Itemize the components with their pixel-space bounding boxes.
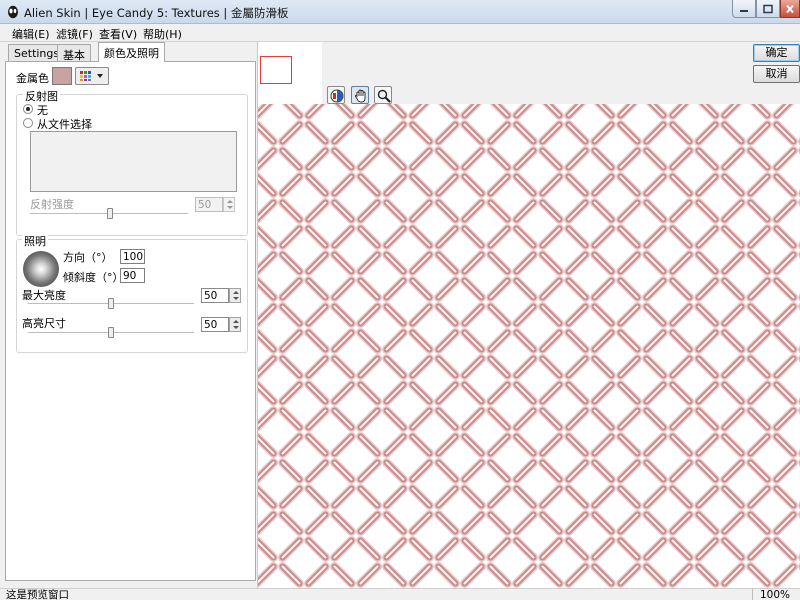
reflection-strength-input[interactable]: 50 [195, 197, 223, 212]
reflection-file-radio[interactable] [23, 118, 33, 128]
menu-bar: 编辑(E) 滤镜(F) 查看(V) 帮助(H) [0, 24, 800, 42]
zoom-tool-icon [377, 89, 391, 103]
color-grid-icon [80, 71, 103, 81]
alien-skin-app-icon [8, 5, 18, 19]
reflection-strength-stepper[interactable] [223, 197, 235, 212]
highlight-size-label: 高亮尺寸 [22, 317, 66, 330]
menu-view[interactable]: 查看(V) [99, 26, 137, 42]
hand-tool-icon [354, 89, 366, 103]
status-text: 这是预览窗口 [6, 589, 69, 600]
reflection-strength-label: 反射强度 [30, 198, 74, 211]
highlight-size-stepper[interactable] [229, 317, 241, 332]
metal-color-swatch[interactable] [52, 67, 72, 85]
reflection-file-preview[interactable] [30, 131, 237, 192]
maximize-button[interactable] [756, 0, 780, 18]
menu-help[interactable]: 帮助(H) [143, 26, 182, 42]
tab-basic[interactable]: 基本 [57, 44, 91, 62]
status-bar: 这是预览窗口 100% [0, 588, 800, 600]
zoom-level: 100% [760, 589, 791, 600]
title-bar: Alien Skin | Eye Candy 5: Textures | 金屬防… [0, 0, 800, 24]
direction-input[interactable]: 100 [120, 249, 145, 264]
light-direction-sphere[interactable] [23, 251, 59, 287]
maximize-icon [763, 4, 773, 13]
ok-button[interactable]: 确定 [753, 44, 800, 62]
cancel-button[interactable]: 取消 [753, 65, 800, 83]
compare-icon [330, 89, 344, 103]
tab-color-lighting[interactable]: 颜色及照明 [98, 42, 165, 62]
metal-color-label: 金属色 [16, 72, 49, 85]
zoom-tool-button[interactable] [374, 86, 392, 104]
lighting-title: 照明 [22, 233, 48, 249]
compare-button[interactable] [327, 86, 345, 104]
color-picker-button[interactable] [75, 67, 109, 85]
hand-tool-button[interactable] [351, 86, 369, 104]
menu-filter[interactable]: 滤镜(F) [56, 26, 93, 42]
preview-canvas[interactable] [258, 104, 800, 588]
tab-panel: 金属色 反射图 无 从文件选择 反射强度 50 照明 方向（°） 100 倾斜度… [5, 61, 256, 581]
reflection-strength-thumb[interactable] [107, 208, 113, 219]
tilt-input[interactable]: 90 [120, 268, 145, 283]
menu-edit[interactable]: 编辑(E) [12, 26, 50, 42]
max-brightness-label: 最大亮度 [22, 289, 66, 302]
max-brightness-thumb[interactable] [108, 298, 114, 309]
max-brightness-stepper[interactable] [229, 288, 241, 303]
highlight-size-thumb[interactable] [108, 327, 114, 338]
max-brightness-input[interactable]: 50 [201, 288, 229, 303]
status-separator [752, 589, 753, 600]
highlight-size-input[interactable]: 50 [201, 317, 229, 332]
window-title: Alien Skin | Eye Candy 5: Textures | 金屬防… [24, 6, 289, 20]
navigator-view-rect[interactable] [260, 56, 292, 84]
settings-pane: Settings 基本 颜色及照明 金属色 反射图 无 从文件选择 反射强度 5… [0, 42, 258, 588]
tilt-label: 倾斜度（°） [63, 271, 124, 284]
direction-label: 方向（°） [63, 251, 113, 264]
reflection-none-radio[interactable] [23, 104, 33, 114]
close-button[interactable] [780, 0, 800, 18]
minimize-button[interactable] [732, 0, 756, 18]
minimize-icon [740, 9, 748, 12]
reflection-file-label: 从文件选择 [37, 118, 92, 131]
close-icon [786, 4, 794, 13]
diamond-plate-texture [258, 104, 800, 588]
